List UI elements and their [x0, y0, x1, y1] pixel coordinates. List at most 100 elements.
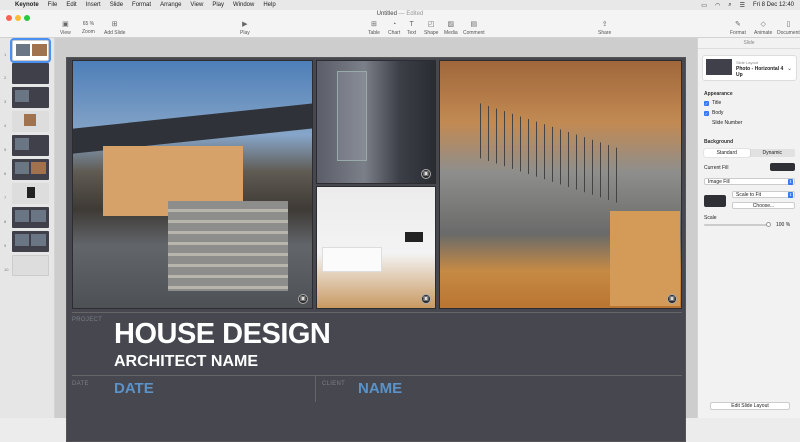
format-sidebar: Slide Slide Layout Photo - Horizontal 4 … — [697, 38, 800, 418]
share-label: Share — [598, 30, 612, 36]
image-placeholder-icon[interactable]: ▣ — [667, 294, 677, 304]
view-button[interactable]: ▣ View — [60, 21, 71, 36]
screen-share-icon[interactable]: ▭ — [701, 2, 707, 9]
slide-number: 4 — [4, 123, 7, 128]
menu-help[interactable]: Help — [263, 2, 275, 8]
thumbnail-image — [12, 159, 49, 180]
play-button[interactable]: ▶ Play — [240, 21, 250, 36]
menu-play[interactable]: Play — [212, 2, 224, 8]
control-center-icon[interactable]: ☰ — [740, 2, 745, 9]
current-fill-swatch[interactable] — [770, 163, 795, 171]
menu-view[interactable]: View — [190, 2, 203, 8]
text-label: Text — [407, 30, 417, 36]
format-button[interactable]: ✎ Format — [730, 21, 746, 36]
slide-thumbnail[interactable]: 4 — [0, 111, 55, 133]
clock[interactable]: Fri 8 Dec 12:40 — [753, 2, 794, 8]
scale-label: Scale — [704, 215, 717, 221]
body-checkbox-label: Body — [712, 110, 724, 116]
title-checkbox[interactable]: ✓ Title — [704, 100, 721, 106]
sidebar-icon: ▣ — [62, 21, 69, 28]
scale-select[interactable]: Scale to Fit ⇕ — [732, 191, 795, 198]
menu-window[interactable]: Window — [233, 2, 254, 8]
zoom-button[interactable]: 65 % Zoom — [82, 21, 95, 35]
table-button[interactable]: ⊞ Table — [368, 21, 380, 36]
edited-status: — Edited — [398, 11, 424, 17]
menu-format[interactable]: Format — [132, 2, 151, 8]
slide-thumbnail[interactable]: 7 — [0, 183, 55, 205]
slide-thumbnail[interactable]: 10 — [0, 255, 55, 277]
slide-canvas[interactable]: ▣ ▣ ▣ ▣ PROJECT HOUSE DESIGN ARCHITECT N… — [55, 38, 697, 442]
date-value[interactable]: DATE — [114, 380, 154, 397]
body-checkbox[interactable]: ✓ Body — [704, 110, 723, 116]
media-button[interactable]: ▨ Media — [444, 21, 458, 36]
media-label: Media — [444, 30, 458, 36]
slide[interactable]: ▣ ▣ ▣ ▣ PROJECT HOUSE DESIGN ARCHITECT N… — [66, 57, 686, 442]
dynamic-segment[interactable]: Dynamic — [750, 149, 796, 157]
photo-staircase-interior[interactable]: ▣ — [439, 60, 682, 309]
slide-number: 5 — [4, 147, 7, 152]
wifi-icon[interactable]: ◠ — [715, 2, 720, 9]
document-title: Untitled — Edited — [0, 11, 800, 17]
menu-file[interactable]: File — [48, 2, 58, 8]
scale-value[interactable]: 100 % — [776, 222, 790, 228]
slide-thumbnail[interactable]: 5 — [0, 135, 55, 157]
scale-slider[interactable] — [704, 222, 771, 227]
shape-button[interactable]: ◰ Shape — [424, 21, 438, 36]
slide-thumbnail[interactable]: 2 — [0, 63, 55, 85]
shape-icon: ◰ — [427, 21, 435, 28]
image-fill-preview[interactable] — [704, 195, 726, 207]
slide-thumbnail[interactable]: 8 — [0, 207, 55, 229]
image-placeholder-icon[interactable]: ▣ — [421, 294, 431, 304]
architect-name[interactable]: ARCHITECT NAME — [114, 353, 258, 371]
spotlight-icon[interactable]: ⌕ — [728, 2, 731, 9]
slider-knob[interactable] — [766, 222, 771, 227]
image-placeholder-icon[interactable]: ▣ — [421, 169, 431, 179]
menu-slide[interactable]: Slide — [110, 2, 123, 8]
thumbnail-image — [10, 38, 51, 63]
photo-bathroom[interactable]: ▣ — [316, 60, 436, 184]
sidebar-tab-slide[interactable]: Slide — [698, 38, 800, 49]
image-placeholder-icon[interactable]: ▣ — [298, 294, 308, 304]
diamond-icon: ◇ — [760, 21, 766, 28]
share-button[interactable]: ⇪ Share — [598, 21, 611, 36]
slide-thumbnail[interactable]: 3 — [0, 87, 55, 109]
menu-arrange[interactable]: Arrange — [160, 2, 181, 8]
standard-segment[interactable]: Standard — [704, 149, 750, 157]
slide-title[interactable]: HOUSE DESIGN — [114, 318, 331, 351]
add-slide-button[interactable]: ⊞ Add Slide — [104, 21, 125, 36]
date-label[interactable]: DATE — [72, 381, 89, 387]
slide-thumbnail[interactable]: 9 — [0, 231, 55, 253]
edit-slide-layout-button[interactable]: Edit Slide Layout — [710, 402, 790, 410]
title-checkbox-label: Title — [712, 100, 722, 106]
chevron-down-icon: ⌄ — [786, 66, 792, 72]
client-name[interactable]: NAME — [358, 380, 402, 397]
client-label[interactable]: CLIENT — [322, 381, 345, 387]
slide-number: 1 — [4, 52, 7, 57]
slide-thumbnail[interactable]: 1 — [0, 38, 55, 63]
animate-button[interactable]: ◇ Animate — [754, 21, 772, 36]
chart-icon: ◔ — [392, 21, 397, 28]
slide-layout-selector[interactable]: Slide Layout Photo - Horizontal 4 Up ⌄ — [702, 55, 797, 81]
menu-insert[interactable]: Insert — [86, 2, 101, 8]
thumbnail-image — [12, 111, 49, 132]
slide-number: 3 — [4, 99, 7, 104]
zoom-value: 65 % — [82, 21, 95, 27]
menu-edit[interactable]: Edit — [66, 2, 76, 8]
scale-select-value: Scale to Fit — [736, 192, 762, 198]
chart-button[interactable]: ◔ Chart — [388, 21, 400, 36]
photo-house-exterior[interactable]: ▣ — [72, 60, 313, 309]
comment-button[interactable]: ▤ Comment — [463, 21, 485, 36]
background-heading: Background — [704, 139, 734, 145]
current-fill-label: Current Fill — [704, 165, 729, 171]
background-type-segmented[interactable]: Standard Dynamic — [704, 149, 795, 157]
text-button[interactable]: T Text — [407, 21, 416, 36]
document-button[interactable]: ▯ Document — [777, 21, 800, 36]
slide-number: 2 — [4, 75, 7, 80]
choose-image-button[interactable]: Choose... — [732, 202, 795, 209]
slide-thumbnail[interactable]: 6 — [0, 159, 55, 181]
photo-living-room[interactable]: ▣ — [316, 186, 436, 309]
menu-app-name[interactable]: Keynote — [15, 2, 39, 8]
project-label[interactable]: PROJECT — [72, 317, 102, 323]
slide-number-checkbox[interactable]: Slide Number — [712, 120, 742, 126]
fill-type-select[interactable]: Image Fill ⇕ — [704, 178, 795, 185]
